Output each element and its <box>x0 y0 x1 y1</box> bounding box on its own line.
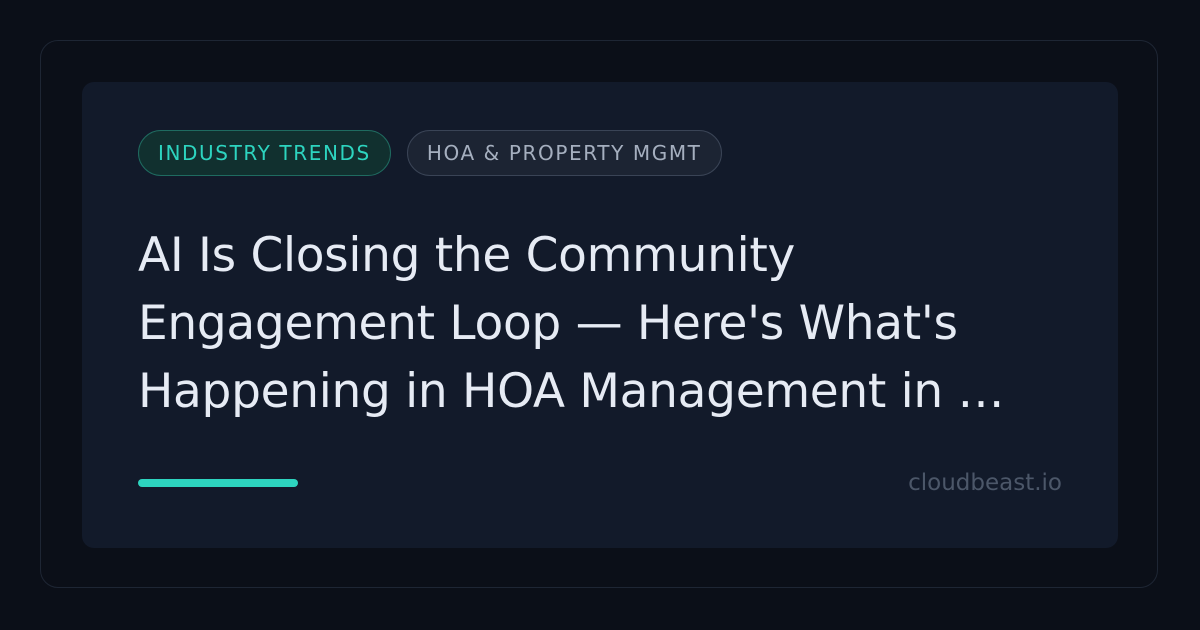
headline-line-3: Happening in HOA Management in … <box>138 364 1005 419</box>
site-domain: cloudbeast.io <box>908 470 1062 496</box>
headline-line-2: Engagement Loop — Here's What's <box>138 296 958 351</box>
article-card[interactable]: INDUSTRY TRENDS HOA & PROPERTY MGMT AI I… <box>82 82 1118 548</box>
tag-hoa-property-mgmt[interactable]: HOA & PROPERTY MGMT <box>406 130 722 176</box>
headline-line-1: AI Is Closing the Community <box>138 228 795 283</box>
tag-list: INDUSTRY TRENDS HOA & PROPERTY MGMT <box>138 130 722 176</box>
accent-bar <box>138 479 298 487</box>
tag-industry-trends[interactable]: INDUSTRY TRENDS <box>138 130 391 176</box>
article-headline[interactable]: AI Is Closing the Community Engagement L… <box>138 222 1078 426</box>
